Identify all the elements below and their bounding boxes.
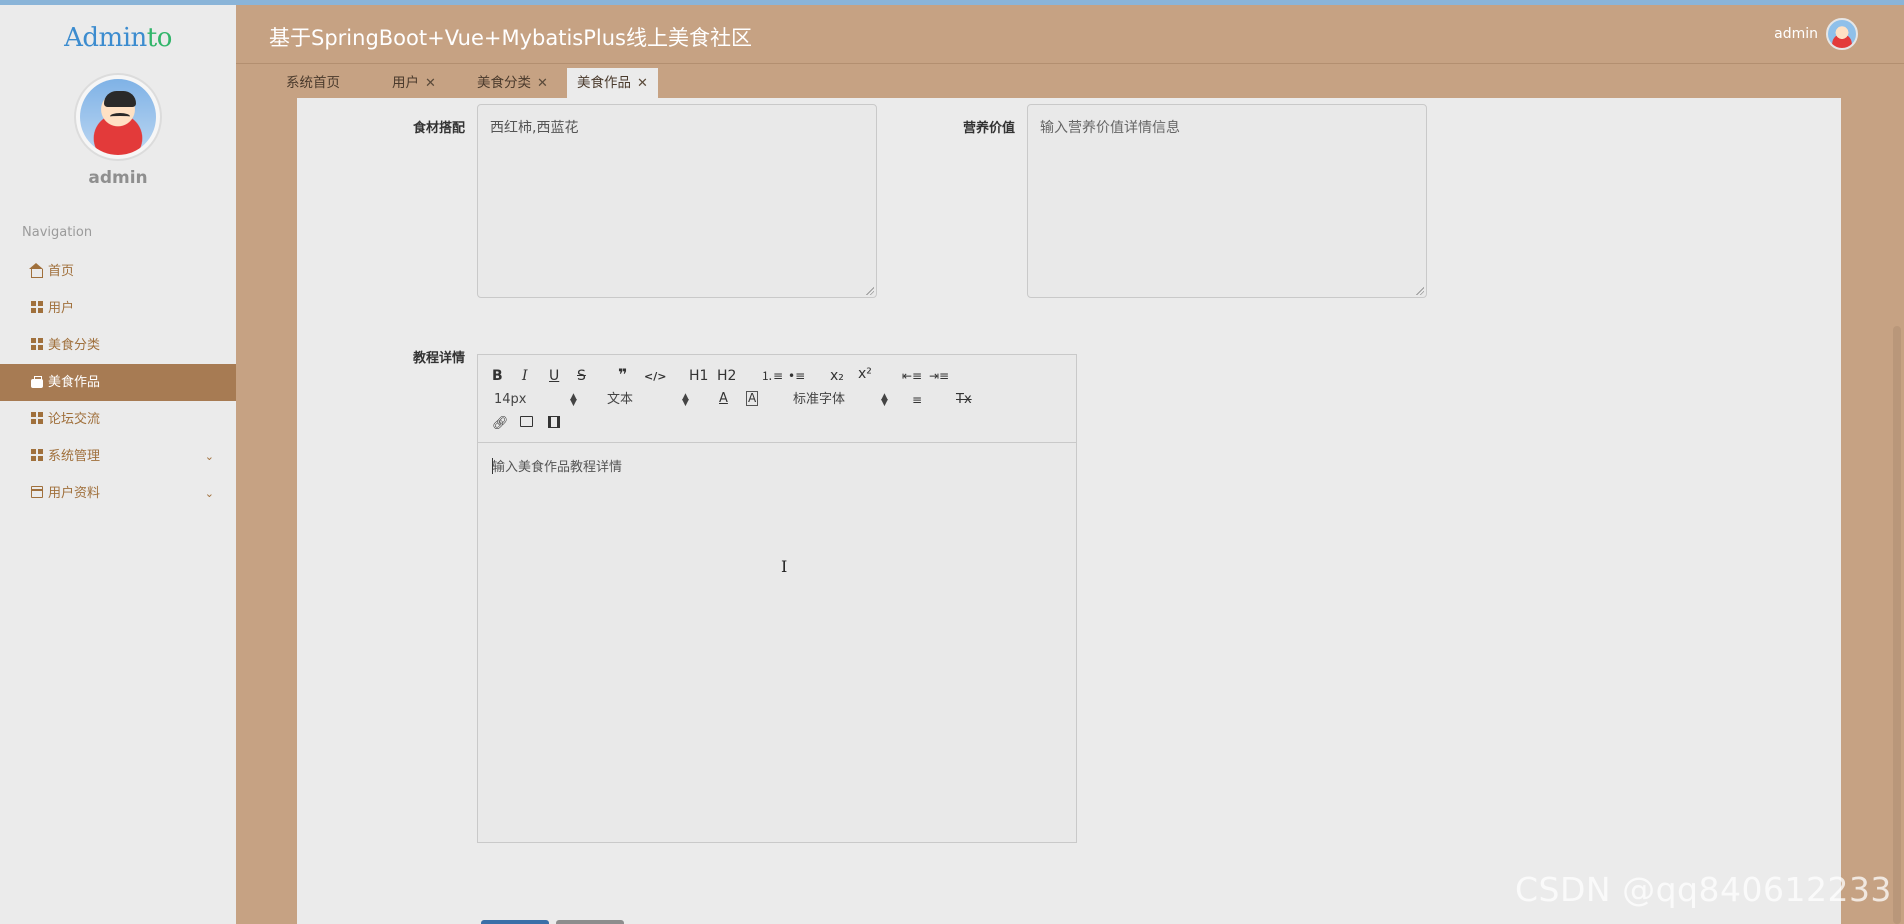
tab-system-home[interactable]: 系统首页 xyxy=(286,68,340,98)
italic-button[interactable]: I xyxy=(522,368,528,384)
tutorial-label: 教程详情 xyxy=(412,351,465,366)
ingredients-textarea[interactable]: 西红柿,西蓝花 xyxy=(477,104,877,298)
clear-format-button[interactable]: Tx xyxy=(956,392,972,408)
editor-toolbar: B I U S ❞ </> H1 H2 ⒈≡ •≡ x₂ x² ⇤≡ ⇥≡ 14… xyxy=(478,355,1076,443)
image-icon[interactable] xyxy=(520,416,533,427)
bullet-list-icon[interactable]: •≡ xyxy=(788,368,805,384)
sidebar-item-users[interactable]: 用户 xyxy=(0,290,236,327)
superscript-button[interactable]: x² xyxy=(858,366,872,382)
close-icon[interactable]: ✕ xyxy=(425,76,436,91)
nutrition-placeholder: 输入营养价值详情信息 xyxy=(1040,120,1180,136)
tab-food-works[interactable]: 美食作品 ✕ xyxy=(567,68,658,98)
sidebar-user-name: admin xyxy=(88,168,148,188)
chevron-down-icon: ⌄ xyxy=(204,487,214,500)
text-caret xyxy=(492,458,493,474)
subscript-button[interactable]: x₂ xyxy=(830,368,844,384)
app-logo[interactable]: Adminto xyxy=(0,23,236,53)
rich-text-editor: B I U S ❞ </> H1 H2 ⒈≡ •≡ x₂ x² ⇤≡ ⇥≡ 14… xyxy=(477,354,1077,843)
submit-button[interactable] xyxy=(481,920,549,924)
ingredients-label: 食材搭配 xyxy=(412,121,465,136)
close-icon[interactable]: ✕ xyxy=(537,76,548,91)
select-arrows-icon: ▲ ▼ xyxy=(682,392,689,408)
align-left-icon[interactable]: ≡ xyxy=(912,392,922,408)
strike-button[interactable]: S xyxy=(577,368,586,384)
ingredients-value: 西红柿,西蓝花 xyxy=(490,120,579,136)
profile-avatar xyxy=(74,73,162,161)
sidebar-item-food-category[interactable]: 美食分类 xyxy=(0,327,236,364)
briefcase-icon xyxy=(31,376,43,388)
form-panel: 食材搭配 西红柿,西蓝花 营养价值 输入营养价值详情信息 教程详情 B I U … xyxy=(297,98,1841,924)
card-icon xyxy=(31,486,43,498)
sidebar-item-label: 系统管理 xyxy=(48,449,101,464)
avatar-image xyxy=(80,79,156,155)
background-color-button[interactable]: A xyxy=(746,391,759,406)
grid-icon xyxy=(31,338,43,350)
ordered-list-icon[interactable]: ⒈≡ xyxy=(761,368,783,384)
header-1-button[interactable]: H1 xyxy=(689,368,708,384)
sidebar-item-forum[interactable]: 论坛交流 xyxy=(0,401,236,438)
chevron-down-icon: ⌄ xyxy=(204,450,214,463)
grid-icon xyxy=(31,301,43,313)
indent-icon[interactable]: ⇥≡ xyxy=(929,368,949,384)
header-select[interactable]: 文本 ▲ ▼ xyxy=(607,392,692,408)
grid-icon xyxy=(31,449,43,461)
tab-label: 系统首页 xyxy=(286,75,340,91)
bold-button[interactable]: B xyxy=(492,368,503,384)
tab-label: 美食分类 xyxy=(477,75,531,91)
logo-main-text: Admin xyxy=(64,23,147,53)
header-select-value: 文本 xyxy=(607,392,634,407)
font-family-select[interactable]: 标准字体 ▲ ▼ xyxy=(793,392,893,408)
sidebar-item-food-works[interactable]: 美食作品 xyxy=(0,364,236,401)
font-size-value: 14px xyxy=(494,392,527,407)
nutrition-label: 营养价值 xyxy=(962,121,1015,136)
tab-label: 美食作品 xyxy=(577,75,631,91)
sidebar-item-label: 美食作品 xyxy=(48,375,101,390)
sidebar-item-label: 首页 xyxy=(48,264,75,279)
select-arrows-icon: ▲ ▼ xyxy=(570,392,577,408)
ibeam-cursor-icon: I xyxy=(781,557,788,576)
sidebar: Adminto admin Navigation 首页 用户 美食分类 美食作品… xyxy=(0,5,236,924)
outdent-icon[interactable]: ⇤≡ xyxy=(902,368,922,384)
sidebar-item-label: 美食分类 xyxy=(48,338,101,353)
home-icon xyxy=(29,263,43,278)
nutrition-textarea[interactable]: 输入营养价值详情信息 xyxy=(1027,104,1427,298)
font-size-select[interactable]: 14px ▲ ▼ xyxy=(494,392,579,408)
header-avatar[interactable] xyxy=(1826,18,1858,50)
header-2-button[interactable]: H2 xyxy=(717,368,736,384)
resize-handle-icon[interactable] xyxy=(1416,287,1424,295)
header-user-name[interactable]: admin xyxy=(1774,26,1818,42)
video-icon[interactable] xyxy=(548,416,560,428)
sidebar-menu: 首页 用户 美食分类 美食作品 论坛交流 系统管理 ⌄ 用户资料 ⌄ xyxy=(0,253,236,512)
cancel-button[interactable] xyxy=(556,920,624,924)
grid-icon xyxy=(31,412,43,424)
sidebar-item-home[interactable]: 首页 xyxy=(0,253,236,290)
nav-heading: Navigation xyxy=(22,225,93,240)
close-icon[interactable]: ✕ xyxy=(637,76,648,91)
select-arrows-icon: ▲ ▼ xyxy=(881,392,888,408)
tab-users[interactable]: 用户 ✕ xyxy=(392,68,436,98)
tutorial-placeholder: 输入美食作品教程详情 xyxy=(492,460,623,475)
resize-handle-icon[interactable] xyxy=(866,287,874,295)
tab-bar: 系统首页 用户 ✕ 美食分类 ✕ 美食作品 ✕ xyxy=(236,65,1904,98)
editor-content-area[interactable]: 输入美食作品教程详情 I xyxy=(478,444,1076,842)
sidebar-item-user-profile[interactable]: 用户资料 ⌄ xyxy=(0,475,236,512)
watermark-text: CSDN @qq840612233 xyxy=(1515,870,1892,909)
logo-accent-text: to xyxy=(146,23,173,53)
link-icon[interactable]: 🔗︎ xyxy=(492,416,509,432)
code-block-button[interactable]: </> xyxy=(644,369,666,385)
app-title: 基于SpringBoot+Vue+MybatisPlus线上美食社区 xyxy=(269,26,752,50)
sidebar-item-system-management[interactable]: 系统管理 ⌄ xyxy=(0,438,236,475)
sidebar-item-label: 用户资料 xyxy=(48,486,101,501)
sidebar-item-label: 论坛交流 xyxy=(48,412,101,427)
page-scrollbar[interactable] xyxy=(1893,326,1901,924)
tab-food-category[interactable]: 美食分类 ✕ xyxy=(477,68,548,98)
top-header: 基于SpringBoot+Vue+MybatisPlus线上美食社区 admin xyxy=(236,5,1904,64)
text-color-button[interactable]: A xyxy=(719,391,728,407)
sidebar-item-label: 用户 xyxy=(48,301,75,316)
blockquote-button[interactable]: ❞ xyxy=(618,367,627,383)
font-family-value: 标准字体 xyxy=(793,392,846,407)
tab-label: 用户 xyxy=(392,75,419,91)
underline-button[interactable]: U xyxy=(549,368,559,384)
